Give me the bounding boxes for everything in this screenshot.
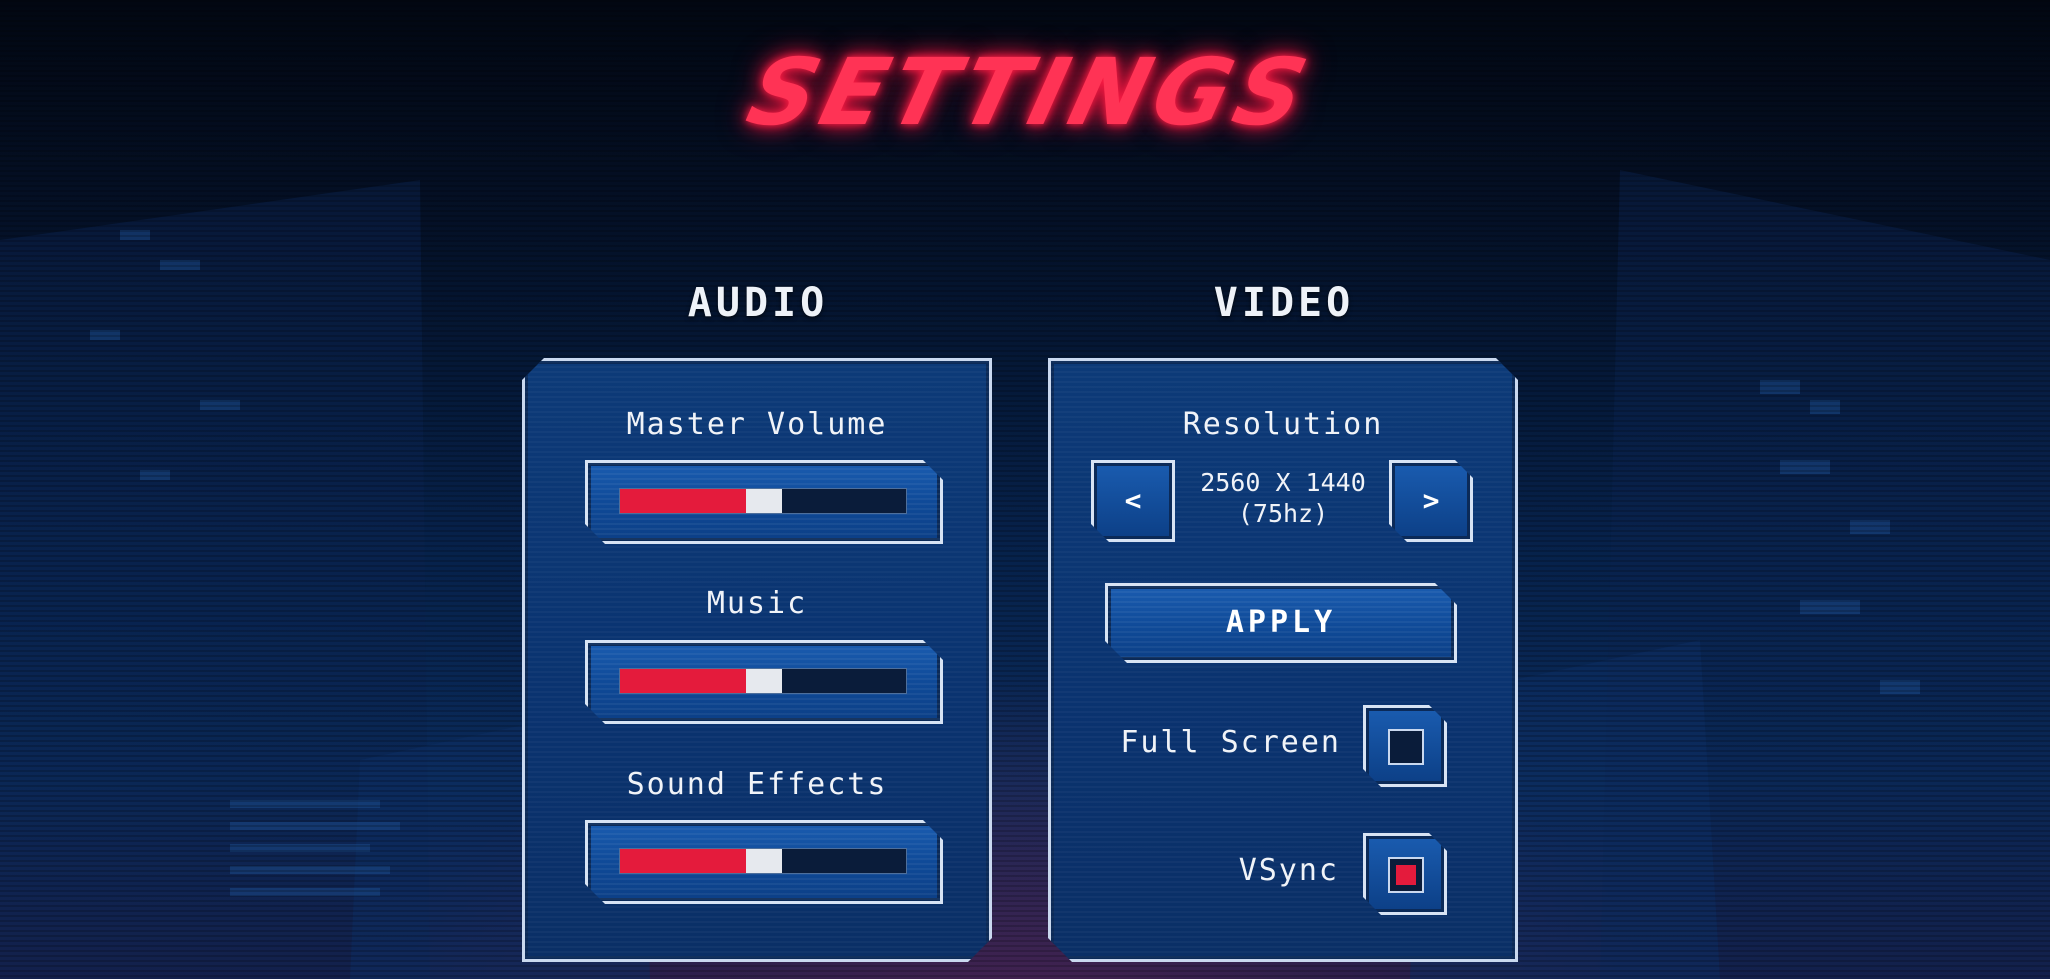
video-panel: Resolution < 2560 X 1440 (75hz) > APPLY … xyxy=(1048,358,1518,962)
vsync-label: VSync xyxy=(1238,853,1339,888)
slider-thumb[interactable] xyxy=(746,669,782,693)
checkmark-icon xyxy=(1396,865,1416,885)
full-screen-checkbox[interactable] xyxy=(1363,705,1447,787)
slider-track[interactable] xyxy=(619,848,907,874)
slider-track[interactable] xyxy=(619,488,907,514)
audio-heading: AUDIO xyxy=(687,280,829,326)
slider-thumb[interactable] xyxy=(746,489,782,513)
music-label: Music xyxy=(706,586,808,621)
master-volume-slider[interactable] xyxy=(585,460,943,544)
apply-button[interactable]: APPLY xyxy=(1105,583,1457,663)
slider-track[interactable] xyxy=(619,668,907,694)
resolution-size: 2560 X 1440 xyxy=(1200,468,1366,497)
sound-effects-label: Sound Effects xyxy=(626,767,888,802)
music-slider[interactable] xyxy=(585,640,943,724)
master-volume-label: Master Volume xyxy=(626,407,888,442)
chevron-left-icon: < xyxy=(1124,484,1142,517)
sound-effects-slider[interactable] xyxy=(585,820,943,904)
apply-button-label: APPLY xyxy=(1225,605,1337,640)
slider-fill xyxy=(620,849,746,873)
slider-fill xyxy=(620,669,746,693)
slider-thumb[interactable] xyxy=(746,849,782,873)
audio-panel: Master Volume Music Sound Effects xyxy=(522,358,992,962)
page-title: SETTINGS xyxy=(737,39,1323,146)
full-screen-label: Full Screen xyxy=(1120,725,1341,760)
checkbox-box xyxy=(1388,729,1424,765)
resolution-next-button[interactable]: > xyxy=(1389,460,1473,542)
vsync-checkbox[interactable] xyxy=(1363,833,1447,915)
checkbox-box xyxy=(1388,857,1424,893)
slider-fill xyxy=(620,489,746,513)
resolution-prev-button[interactable]: < xyxy=(1091,460,1175,542)
resolution-refresh: (75hz) xyxy=(1237,499,1329,528)
video-heading: VIDEO xyxy=(1213,280,1355,326)
chevron-right-icon: > xyxy=(1422,484,1440,517)
resolution-label: Resolution xyxy=(1182,407,1384,442)
resolution-value: 2560 X 1440 (75hz) xyxy=(1173,467,1393,529)
